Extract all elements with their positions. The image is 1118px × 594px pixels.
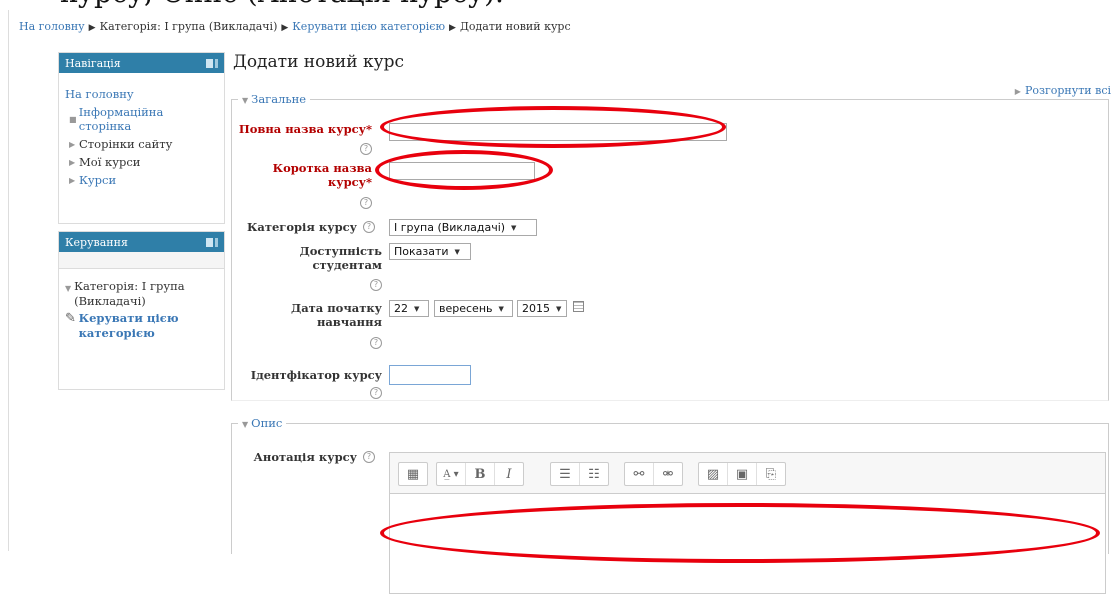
category-label: Категорія курсу [246, 220, 357, 234]
help-icon[interactable]: ? [370, 279, 382, 291]
help-icon[interactable]: ? [360, 197, 372, 209]
help-icon[interactable]: ? [363, 451, 375, 463]
chevron-down-icon: ▼ [498, 304, 504, 313]
text-style-icon[interactable]: A̲ ▾ [437, 463, 466, 485]
description-legend[interactable]: ▼ Опис [238, 416, 287, 430]
summary-textarea[interactable] [390, 494, 1105, 593]
expand-arrow-icon: ▶ [69, 139, 76, 149]
cropped-document-text: курсу, Опис (Анотація курсу). [0, 0, 1118, 10]
breadcrumb-separator-icon: ▶ [88, 23, 96, 33]
bold-icon[interactable]: B [466, 463, 495, 485]
nav-home-link[interactable]: На головну [65, 87, 216, 101]
breadcrumb-current: Додати новий курс [459, 20, 571, 33]
block-dock-icon[interactable] [206, 58, 218, 68]
breadcrumb-separator-icon: ▶ [449, 23, 456, 33]
visibility-label: Доступність студентам [299, 244, 382, 272]
general-legend[interactable]: ▼ Загальне [238, 92, 311, 106]
help-icon[interactable]: ? [360, 143, 372, 155]
summary-editor: ▦ A̲ ▾ B I ☰ ☷ ⚯ ⚮ ▨ ▣ ⎘ [389, 452, 1106, 594]
ordered-list-icon[interactable]: ☷ [580, 463, 608, 485]
chevron-down-icon: ▼ [414, 304, 420, 313]
startdate-label: Дата початку навчання [290, 301, 382, 329]
navigation-block-title: Навігація [65, 56, 121, 70]
admin-manage-category-link[interactable]: ✎ Керувати цією категорією [65, 311, 215, 341]
summary-label: Анотація курсу [253, 450, 357, 464]
moodle-page: На головну ▶ Категорія: І група (Викладачі… [8, 10, 1118, 594]
administration-block-body: ▼ Категорія: І група (Викладачі) ✎ Керув… [58, 268, 225, 390]
unordered-list-icon[interactable]: ☰ [551, 463, 580, 485]
chevron-down-icon: ▼ [454, 247, 460, 256]
expand-arrow-icon: ▶ [69, 175, 76, 185]
toolbar-toggle-icon[interactable]: ▦ [399, 463, 427, 485]
italic-icon[interactable]: I [495, 463, 523, 485]
unlink-icon[interactable]: ⚮ [654, 463, 682, 485]
file-manager-icon[interactable]: ⎘ [757, 463, 785, 485]
idnumber-input[interactable] [389, 365, 471, 385]
shortname-input[interactable] [389, 162, 535, 180]
nav-item-site-pages[interactable]: ▶ Сторінки сайту [69, 137, 216, 151]
breadcrumb-manage-category[interactable]: Керувати цією категорією [292, 20, 445, 33]
nav-item-courses[interactable]: ▶ Курси [69, 173, 216, 187]
category-select[interactable]: І група (Викладачі) ▼ [389, 219, 537, 236]
fullname-label: Повна назва курсу* [238, 122, 372, 136]
help-icon[interactable]: ? [370, 337, 382, 349]
calendar-icon[interactable] [573, 301, 584, 312]
breadcrumb-separator-icon: ▶ [281, 23, 289, 33]
media-icon[interactable]: ▣ [728, 463, 757, 485]
fullname-input[interactable] [389, 123, 727, 141]
chevron-down-icon: ▼ [556, 304, 562, 313]
navigation-block: Навігація На головну ■ Інформаційна сторі… [58, 52, 225, 224]
chevron-down-icon: ▼ [511, 223, 517, 232]
collapse-arrow-icon: ▼ [65, 284, 72, 293]
day-select[interactable]: 22 ▼ [389, 300, 429, 317]
help-icon[interactable]: ? [363, 221, 375, 233]
nav-item-my-courses[interactable]: ▶ Мої курси [69, 155, 216, 169]
expand-arrow-icon: ▶ [1014, 87, 1021, 96]
nav-item-info-page[interactable]: ■ Інформаційна сторінка [69, 105, 216, 133]
page-title: Додати новий курс [233, 52, 405, 72]
block-dock-icon[interactable] [206, 237, 218, 247]
breadcrumb-category: Категорія: І група (Викладачі) [99, 20, 278, 33]
expand-arrow-icon: ▶ [69, 157, 76, 167]
collapse-arrow-icon: ▼ [242, 96, 249, 105]
description-section: ▼ Опис Анотація курсу ? ▦ A̲ ▾ B I ☰ ☷ ⚯ … [231, 416, 1109, 594]
idnumber-label: Ідентфікатор курсу [250, 368, 382, 382]
breadcrumb-home[interactable]: На головну [19, 20, 85, 33]
editor-toolbar: ▦ A̲ ▾ B I ☰ ☷ ⚯ ⚮ ▨ ▣ ⎘ [390, 453, 1105, 494]
link-icon[interactable]: ⚯ [625, 463, 654, 485]
collapse-arrow-icon: ▼ [242, 420, 249, 429]
general-section: ▼ Загальне Повна назва курсу* ? Коротка н… [231, 92, 1109, 401]
shortname-label: Коротка назва курсу* [272, 161, 372, 189]
admin-category-node[interactable]: ▼ Категорія: І група (Викладачі) [65, 279, 215, 309]
bullet-icon: ■ [69, 114, 77, 124]
month-select[interactable]: вересень ▼ [434, 300, 513, 317]
help-icon[interactable]: ? [370, 387, 382, 399]
administration-block-header: Керування [59, 232, 224, 252]
year-select[interactable]: 2015 ▼ [517, 300, 567, 317]
visibility-select[interactable]: Показати ▼ [389, 243, 471, 260]
image-icon[interactable]: ▨ [699, 463, 728, 485]
navigation-block-header: Навігація [59, 53, 224, 73]
breadcrumb: На головну ▶ Категорія: І група (Викладачі… [19, 20, 571, 33]
administration-block-title: Керування [65, 235, 128, 249]
expand-all-link[interactable]: ▶ Розгорнути всі [1015, 84, 1111, 97]
pencil-icon: ✎ [65, 311, 76, 326]
